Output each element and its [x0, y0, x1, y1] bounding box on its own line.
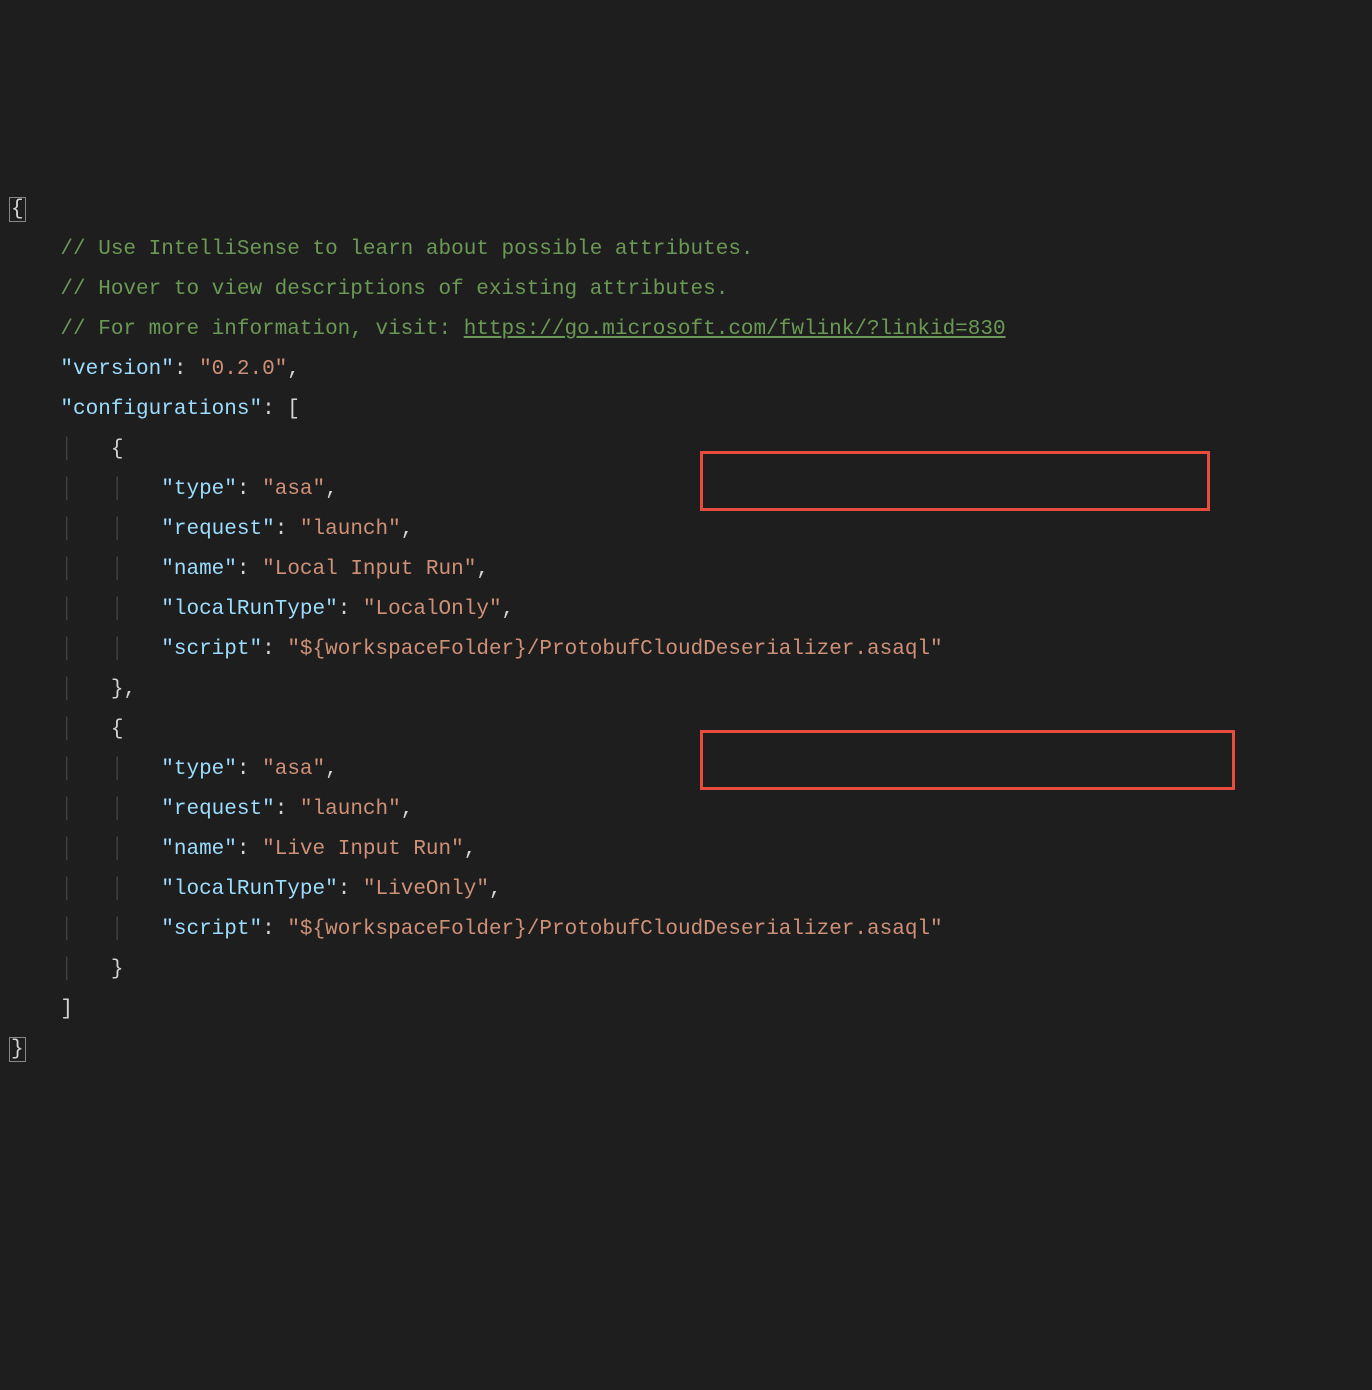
code-line: ]: [10, 990, 1372, 1030]
code-line: │ │ "script": "${workspaceFolder}/Protob…: [10, 910, 1372, 950]
json-value: "LiveOnly": [363, 878, 489, 901]
json-value: "asa": [262, 478, 325, 501]
code-line: │ │ "name": "Local Input Run",: [10, 550, 1372, 590]
json-key: "name": [161, 838, 237, 861]
code-line: │ │ "type": "asa",: [10, 750, 1372, 790]
json-key: "type": [161, 758, 237, 781]
json-value-highlighted: /ProtobufCloudDeserializer.asaql: [527, 638, 930, 661]
code-line: {: [10, 190, 1372, 230]
json-key: "type": [161, 478, 237, 501]
json-key: "localRunType": [161, 878, 337, 901]
json-value: ": [930, 638, 943, 661]
json-value: "launch": [300, 518, 401, 541]
comment: // Use IntelliSense to learn about possi…: [60, 238, 753, 261]
json-value-highlighted: /ProtobufCloudDeserializer.asaql": [527, 918, 943, 941]
code-line: }: [10, 1030, 1372, 1070]
code-line: // Use IntelliSense to learn about possi…: [10, 230, 1372, 270]
code-line: │ }: [10, 950, 1372, 990]
code-line: │ │ "localRunType": "LiveOnly",: [10, 870, 1372, 910]
json-value: "launch": [300, 798, 401, 821]
json-key: "script": [161, 918, 262, 941]
code-line: │ │ "localRunType": "LocalOnly",: [10, 590, 1372, 630]
json-value: "0.2.0": [199, 358, 287, 381]
comment: // Hover to view descriptions of existin…: [60, 278, 728, 301]
code-line: │ │ "script": "${workspaceFolder}/Protob…: [10, 630, 1372, 670]
code-line: │ │ "name": "Live Input Run",: [10, 830, 1372, 870]
json-key: "localRunType": [161, 598, 337, 621]
json-value: "Live Input Run": [262, 838, 464, 861]
json-value: "Local Input Run": [262, 558, 476, 581]
json-key: "name": [161, 558, 237, 581]
code-line: │ },: [10, 670, 1372, 710]
json-key: "script": [161, 638, 262, 661]
code-line: │ │ "request": "launch",: [10, 790, 1372, 830]
json-key: "request": [161, 518, 274, 541]
json-value: "LocalOnly": [363, 598, 502, 621]
code-line: │ {: [10, 710, 1372, 750]
open-brace: {: [9, 197, 26, 222]
json-value: "asa": [262, 758, 325, 781]
code-editor[interactable]: { // Use IntelliSense to learn about pos…: [10, 190, 1372, 1070]
code-line: │ │ "type": "asa",: [10, 470, 1372, 510]
close-brace: }: [9, 1037, 26, 1062]
code-line: // For more information, visit: https://…: [10, 310, 1372, 350]
comment-link[interactable]: https://go.microsoft.com/fwlink/?linkid=…: [464, 318, 1006, 341]
code-line: "version": "0.2.0",: [10, 350, 1372, 390]
json-key: "version": [60, 358, 173, 381]
json-value: "${workspaceFolder}: [287, 918, 526, 941]
code-line: "configurations": [: [10, 390, 1372, 430]
comment: // For more information, visit:: [60, 318, 463, 341]
json-key: "request": [161, 798, 274, 821]
code-line: │ {: [10, 430, 1372, 470]
json-key: "configurations": [60, 398, 262, 421]
code-line: // Hover to view descriptions of existin…: [10, 270, 1372, 310]
code-line: │ │ "request": "launch",: [10, 510, 1372, 550]
json-value: "${workspaceFolder}: [287, 638, 526, 661]
